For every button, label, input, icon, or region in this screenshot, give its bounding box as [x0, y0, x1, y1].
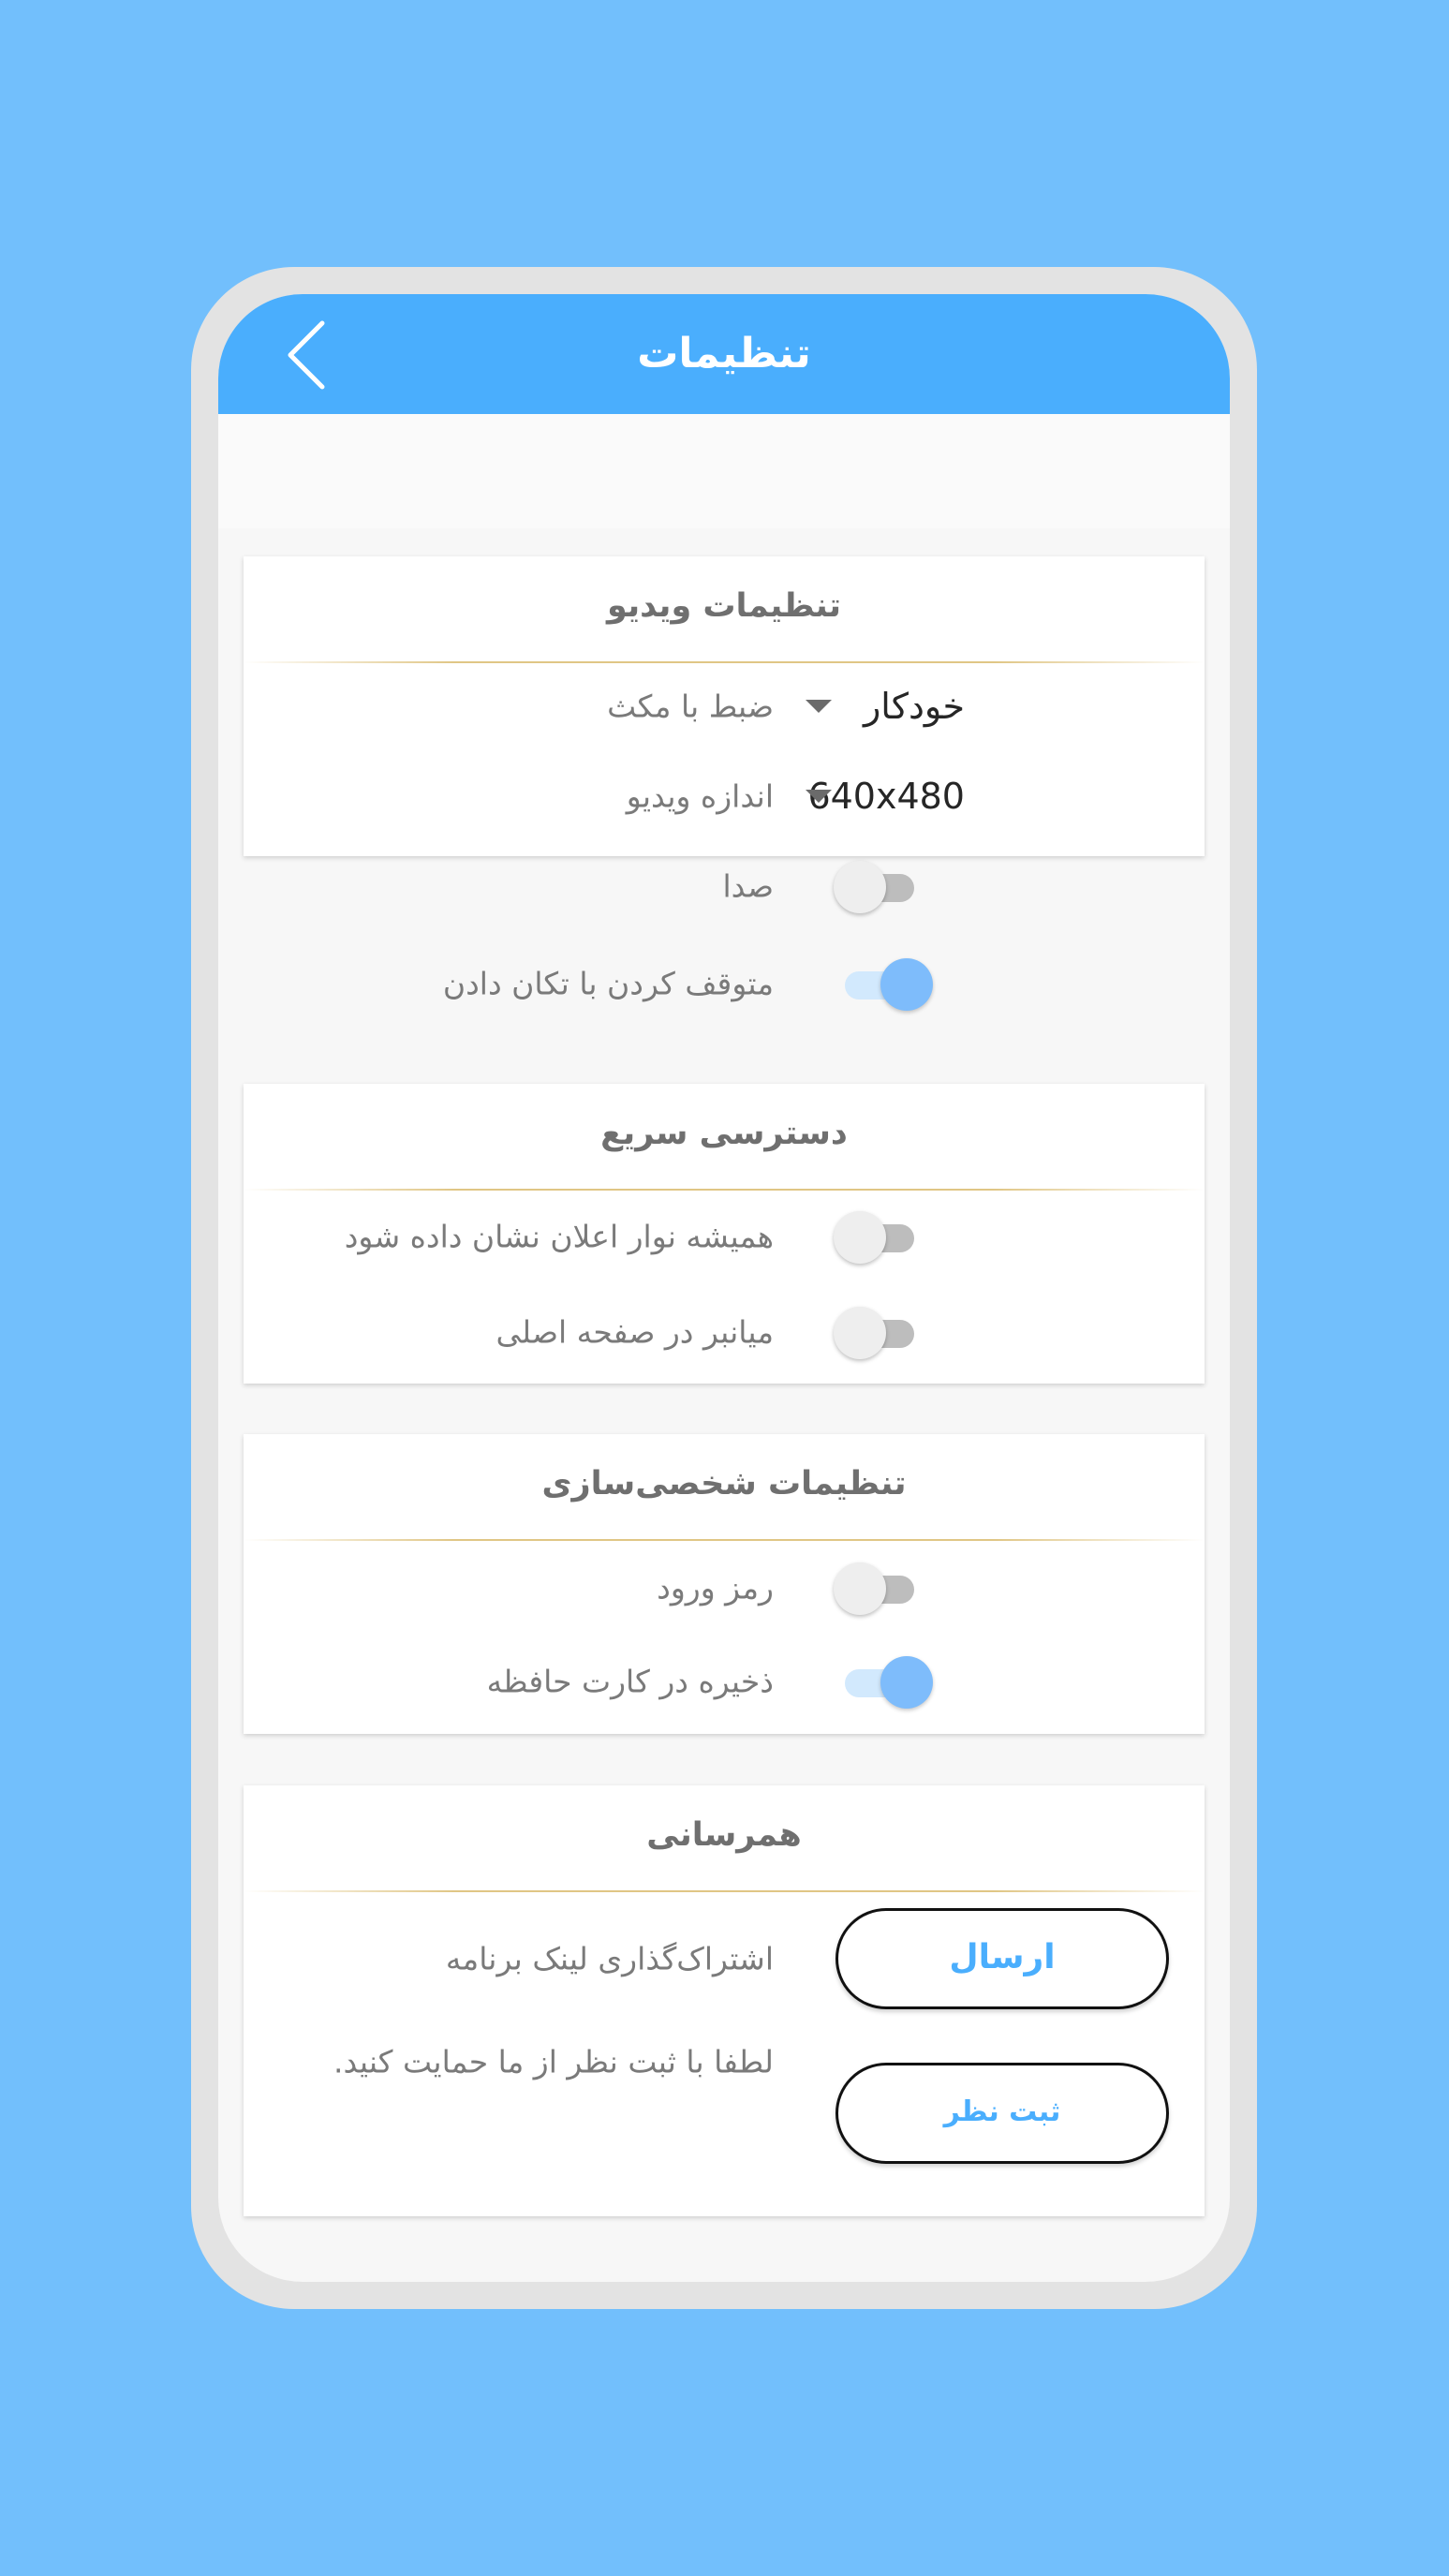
video-settings-card: تنظیمات ویدیو ضبط با مکث خودکار اندازه و…: [244, 556, 1205, 1011]
divider: [244, 1890, 1205, 1892]
sound-toggle[interactable]: [834, 858, 937, 914]
password-toggle[interactable]: [834, 1560, 937, 1616]
rate-button[interactable]: ثبت نظر: [835, 2063, 1169, 2164]
video-size-dropdown[interactable]: 640x480: [806, 763, 1143, 829]
personalization-title: تنظیمات شخصی‌سازی: [541, 1465, 907, 1503]
sync-card: همرسانی اشتراک‌گذاری لینک برنامه ارسال ل…: [244, 1785, 1205, 2216]
top-spacer: [218, 414, 1230, 528]
toggle-knob: [880, 958, 933, 1011]
home-shortcut-label: میانبر در صفحه اصلی: [495, 1313, 774, 1351]
caret-down-icon: [806, 700, 832, 713]
toggle-knob: [834, 1307, 886, 1359]
shake-stop-toggle[interactable]: [834, 955, 937, 1012]
shake-stop-label: متوقف کردن با تکان دادن: [442, 965, 774, 1002]
save-to-sd-toggle[interactable]: [834, 1653, 937, 1710]
divider: [244, 1189, 1205, 1191]
divider: [244, 1539, 1205, 1541]
password-label: رمز ورود: [657, 1569, 774, 1606]
toggle-knob: [880, 1656, 933, 1709]
app-bar: تنظیمات: [218, 294, 1230, 414]
record-mode-value: خودکار: [863, 686, 965, 727]
sync-title: همرسانی: [646, 1816, 802, 1854]
toggle-knob: [834, 1562, 886, 1615]
toggle-knob: [834, 861, 886, 913]
home-shortcut-toggle[interactable]: [834, 1304, 937, 1360]
record-mode-label: ضبط با مکث: [607, 688, 774, 725]
personalization-card: تنظیمات شخصی‌سازی رمز ورود ذخیره در کارت…: [244, 1434, 1205, 1734]
record-mode-dropdown[interactable]: خودکار: [806, 674, 1143, 739]
video-settings-title: تنظیمات ویدیو: [607, 587, 841, 625]
quick-access-title: دسترسی سریع: [600, 1115, 848, 1152]
save-to-sd-label: ذخیره در کارت حافظه: [486, 1663, 774, 1700]
page-title: تنظیمات: [637, 330, 811, 378]
toggle-knob: [834, 1211, 886, 1264]
notification-bar-label: همیشه نوار اعلان نشان داده شود: [344, 1218, 774, 1255]
send-button[interactable]: ارسال: [835, 1908, 1169, 2009]
quick-access-card: دسترسی سریع همیشه نوار اعلان نشان داده ش…: [244, 1084, 1205, 1384]
share-label: اشتراک‌گذاری لینک برنامه: [445, 1940, 774, 1977]
rate-label: لطفا با ثبت نظر از ما حمایت کنید.: [333, 2043, 774, 2080]
notification-bar-toggle[interactable]: [834, 1208, 937, 1265]
video-size-label: اندازه ویدیو: [626, 777, 774, 815]
caret-down-icon: [806, 790, 832, 803]
app-screen: تنظیمات تنظیمات ویدیو ضبط با مکث خودکار …: [218, 294, 1230, 2282]
sound-label: صدا: [722, 867, 774, 905]
divider: [244, 661, 1205, 663]
